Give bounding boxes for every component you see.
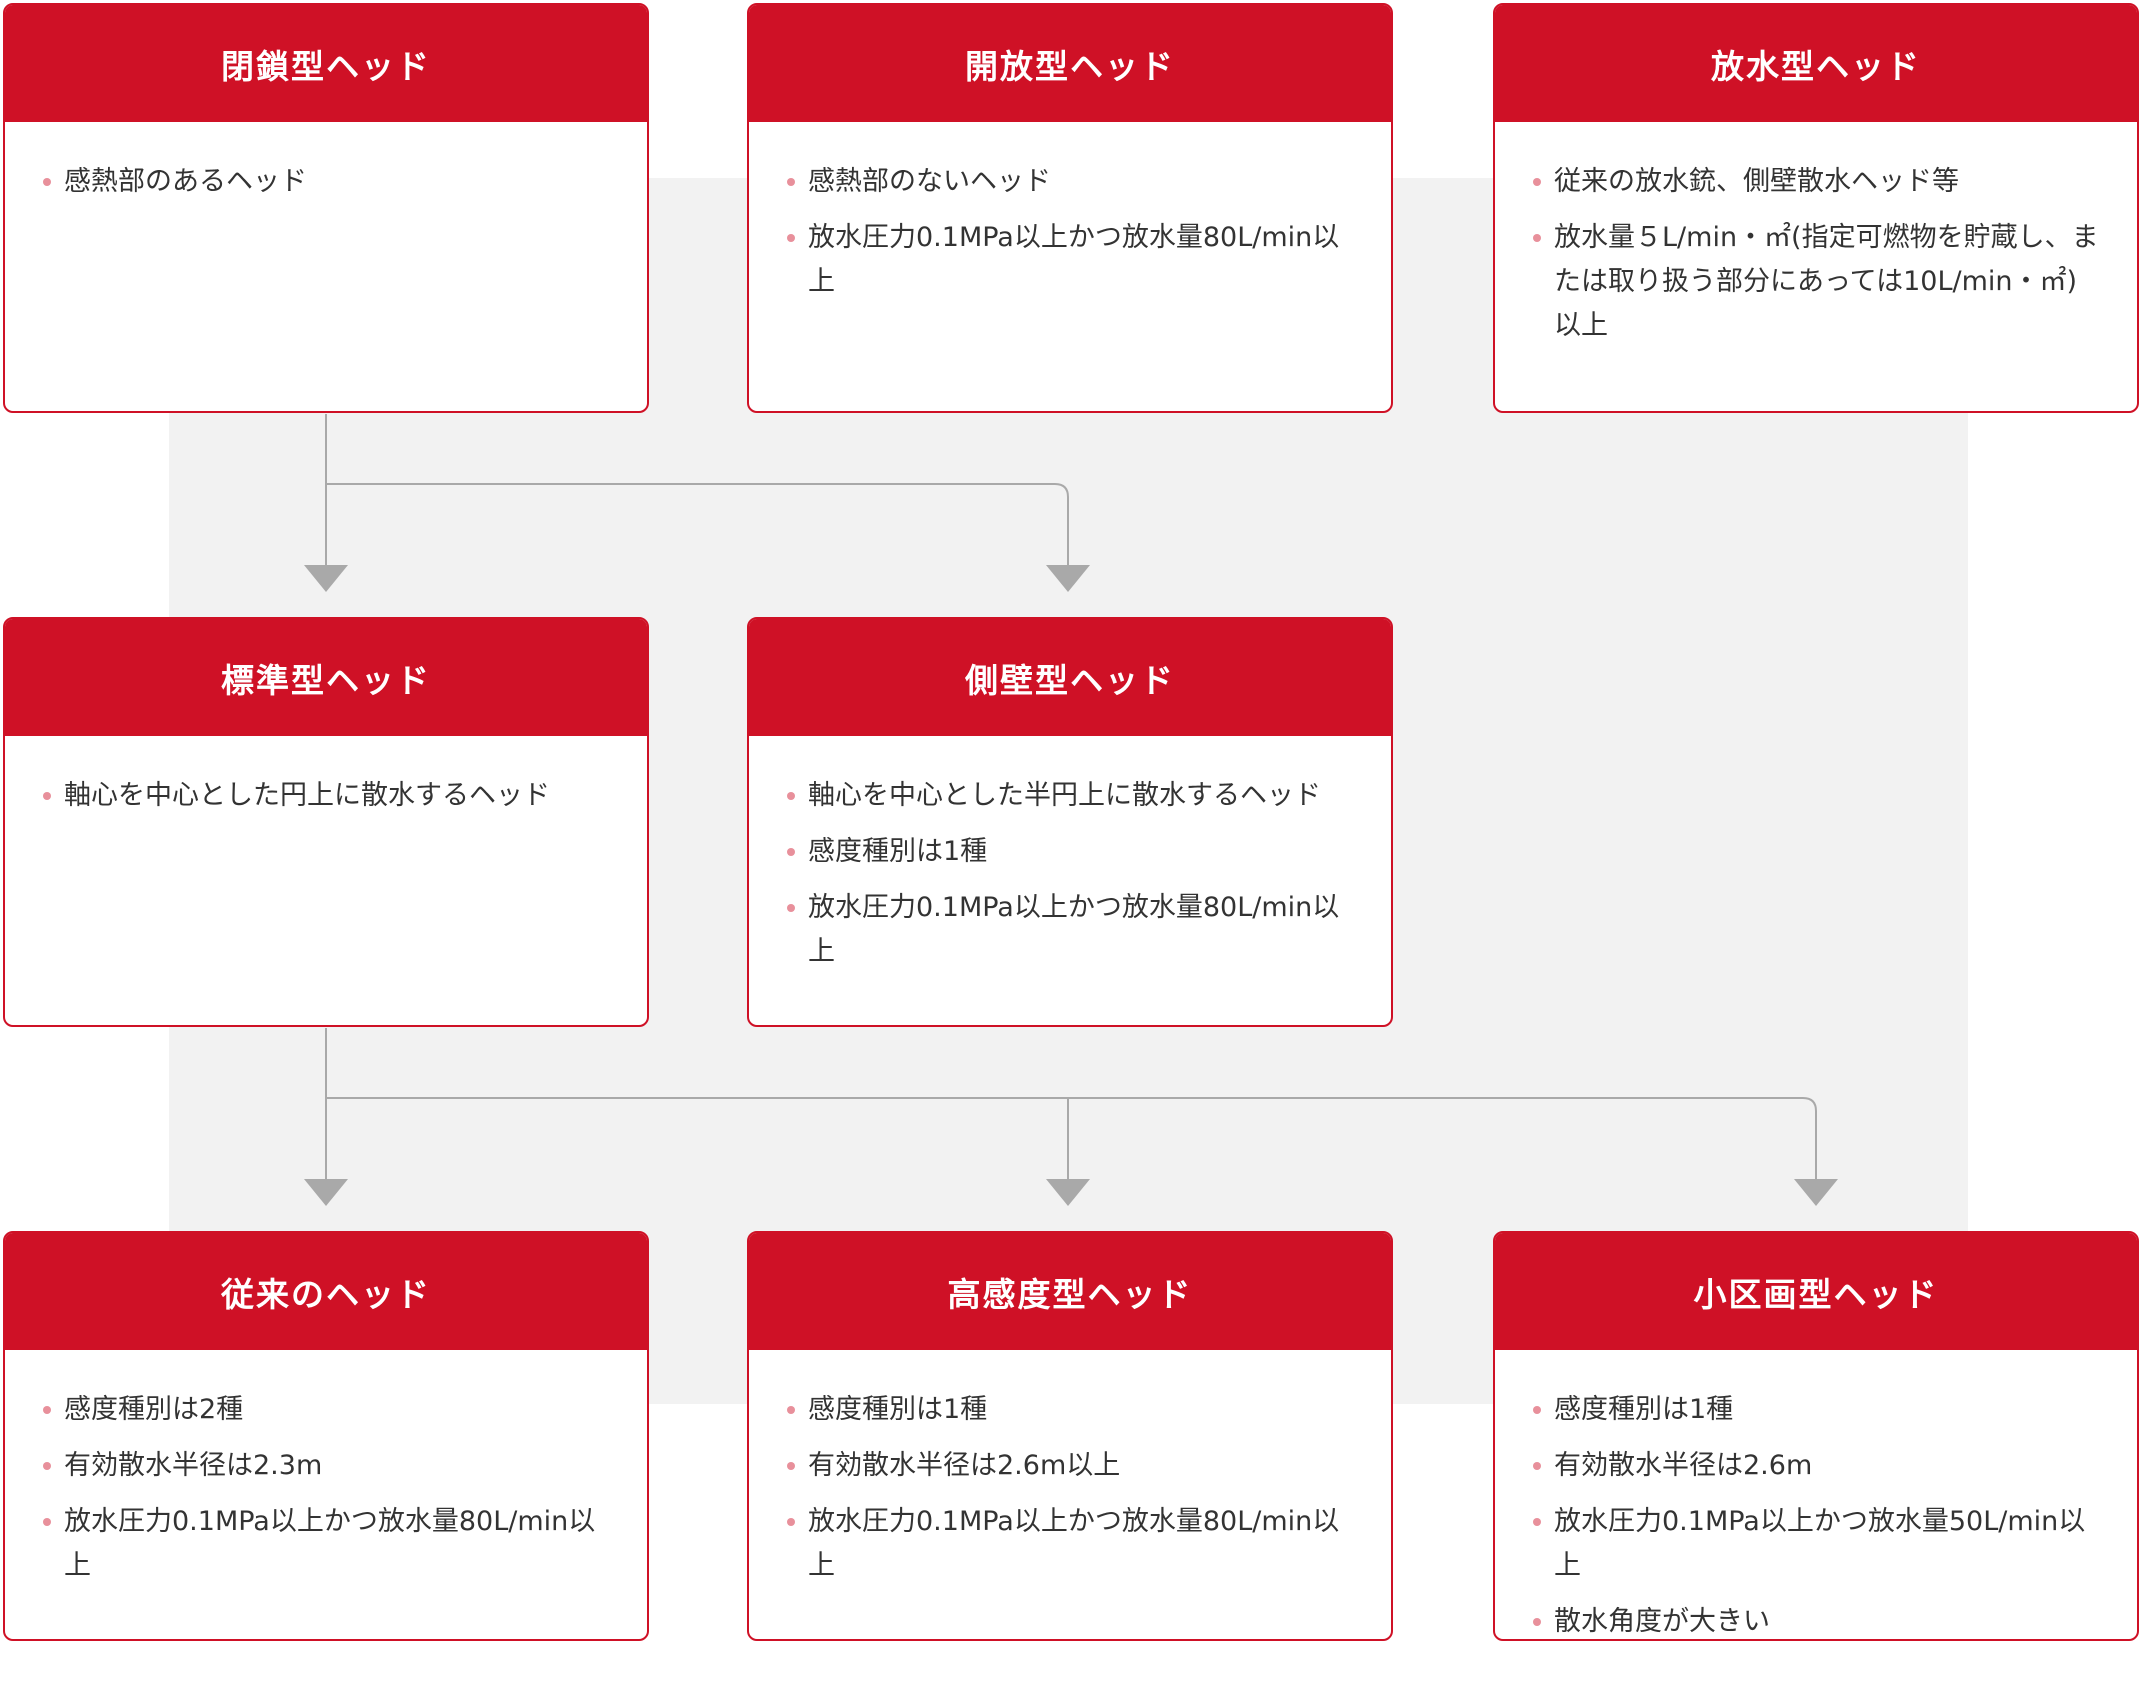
card-standard-head: 標準型ヘッド 軸心を中心とした円上に散水するヘッド xyxy=(3,617,649,1027)
card-title: 小区画型ヘッド xyxy=(1495,1233,2137,1350)
arrow-head-high-sensitivity xyxy=(1046,1179,1090,1206)
card-title: 放水型ヘッド xyxy=(1495,5,2137,122)
arrow-head-conventional xyxy=(304,1179,348,1206)
card-body: 従来の放水銃、側壁散水ヘッド等 放水量５L/min・㎡(指定可燃物を貯蔵し、また… xyxy=(1495,122,2137,348)
card-small-zone-head: 小区画型ヘッド 感度種別は1種 有効散水半径は2.6m 放水圧力0.1MPa以上… xyxy=(1493,1231,2139,1641)
arrow-head-small-zone xyxy=(1794,1179,1838,1206)
card-title: 閉鎖型ヘッド xyxy=(5,5,647,122)
bullet-item: 感熱部のあるヘッド xyxy=(43,160,611,204)
arrow-head-sidewall xyxy=(1046,565,1090,592)
card-discharge-head: 放水型ヘッド 従来の放水銃、側壁散水ヘッド等 放水量５L/min・㎡(指定可燃物… xyxy=(1493,3,2139,413)
card-title: 従来のヘッド xyxy=(5,1233,647,1350)
bullet-item: 有効散水半径は2.3m xyxy=(43,1444,611,1488)
bullet-item: 散水角度が大きい xyxy=(1533,1600,2101,1639)
card-body: 感度種別は2種 有効散水半径は2.3m 放水圧力0.1MPa以上かつ放水量80L… xyxy=(5,1350,647,1588)
bullet-item: 放水圧力0.1MPa以上かつ放水量80L/min以上 xyxy=(787,216,1355,304)
card-body: 軸心を中心とした半円上に散水するヘッド 感度種別は1種 放水圧力0.1MPa以上… xyxy=(749,736,1391,974)
card-body: 感熱部のないヘッド 放水圧力0.1MPa以上かつ放水量80L/min以上 xyxy=(749,122,1391,304)
bullet-item: 放水圧力0.1MPa以上かつ放水量80L/min以上 xyxy=(787,1500,1355,1588)
bullet-item: 軸心を中心とした円上に散水するヘッド xyxy=(43,774,611,818)
card-conventional-head: 従来のヘッド 感度種別は2種 有効散水半径は2.3m 放水圧力0.1MPa以上か… xyxy=(3,1231,649,1641)
bullet-item: 感度種別は2種 xyxy=(43,1388,611,1432)
bullet-item: 有効散水半径は2.6m xyxy=(1533,1444,2101,1488)
bullet-item: 放水圧力0.1MPa以上かつ放水量80L/min以上 xyxy=(787,886,1355,974)
card-body: 感熱部のあるヘッド xyxy=(5,122,647,204)
card-sidewall-head: 側壁型ヘッド 軸心を中心とした半円上に散水するヘッド 感度種別は1種 放水圧力0… xyxy=(747,617,1393,1027)
card-body: 感度種別は1種 有効散水半径は2.6m以上 放水圧力0.1MPa以上かつ放水量8… xyxy=(749,1350,1391,1588)
card-open-head: 開放型ヘッド 感熱部のないヘッド 放水圧力0.1MPa以上かつ放水量80L/mi… xyxy=(747,3,1393,413)
card-body: 感度種別は1種 有効散水半径は2.6m 放水圧力0.1MPa以上かつ放水量50L… xyxy=(1495,1350,2137,1639)
card-title: 開放型ヘッド xyxy=(749,5,1391,122)
bullet-item: 従来の放水銃、側壁散水ヘッド等 xyxy=(1533,160,2101,204)
bullet-item: 放水圧力0.1MPa以上かつ放水量80L/min以上 xyxy=(43,1500,611,1588)
connector-closed-to-sidewall xyxy=(326,483,1069,565)
bullet-item: 有効散水半径は2.6m以上 xyxy=(787,1444,1355,1488)
bullet-item: 放水量５L/min・㎡(指定可燃物を貯蔵し、または取り扱う部分にあっては10L/… xyxy=(1533,216,2101,348)
bullet-item: 感度種別は1種 xyxy=(787,1388,1355,1432)
bullet-item: 感熱部のないヘッド xyxy=(787,160,1355,204)
connector-standard-to-high-sensitivity xyxy=(326,1097,1069,1179)
bullet-item: 感度種別は1種 xyxy=(1533,1388,2101,1432)
card-high-sensitivity-head: 高感度型ヘッド 感度種別は1種 有効散水半径は2.6m以上 放水圧力0.1MPa… xyxy=(747,1231,1393,1641)
bullet-item: 感度種別は1種 xyxy=(787,830,1355,874)
card-title: 標準型ヘッド xyxy=(5,619,647,736)
bullet-item: 放水圧力0.1MPa以上かつ放水量50L/min以上 xyxy=(1533,1500,2101,1588)
card-closed-head: 閉鎖型ヘッド 感熱部のあるヘッド xyxy=(3,3,649,413)
connector-standard-to-small-zone xyxy=(1068,1097,1817,1179)
bullet-item: 軸心を中心とした半円上に散水するヘッド xyxy=(787,774,1355,818)
arrow-head-standard xyxy=(304,565,348,592)
card-title: 側壁型ヘッド xyxy=(749,619,1391,736)
card-title: 高感度型ヘッド xyxy=(749,1233,1391,1350)
card-body: 軸心を中心とした円上に散水するヘッド xyxy=(5,736,647,818)
